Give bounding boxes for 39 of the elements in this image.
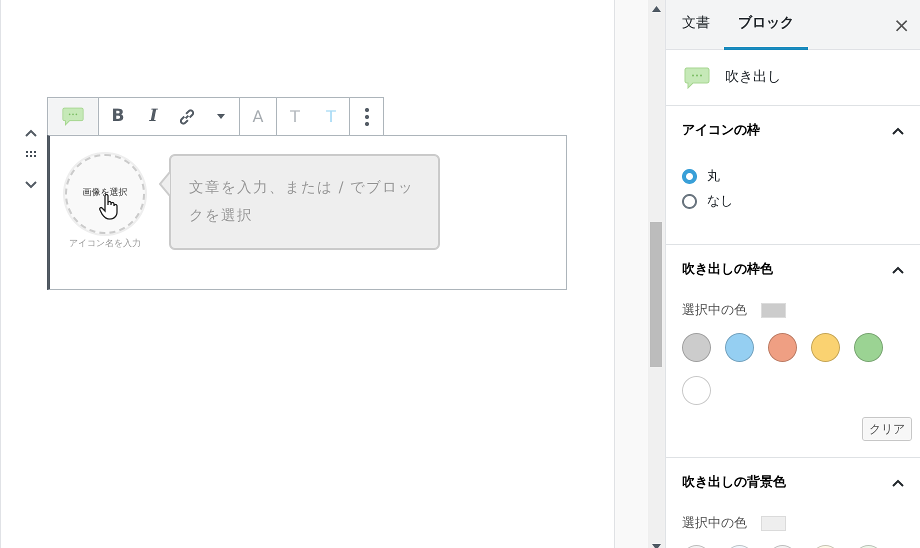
chevron-up-icon [892,127,904,135]
move-up-icon[interactable] [25,129,37,137]
italic-button[interactable]: I [137,98,170,135]
color-swatch[interactable] [682,376,711,404]
close-button[interactable]: × [883,0,920,49]
scrollbar-thumb[interactable] [650,222,662,367]
panel-header[interactable]: 吹き出しの枠色 [682,245,904,295]
chevron-up-icon [892,478,904,486]
radio-label: なし [707,192,733,211]
block-name: 吹き出し [725,68,781,87]
color-swatch[interactable] [811,332,840,362]
panel-header[interactable]: アイコンの枠 [682,106,904,156]
link-icon [178,108,196,126]
speech-bubble-icon [62,107,84,126]
scrollbar[interactable] [648,0,665,548]
clear-button[interactable]: クリア [862,416,912,440]
current-color-label: 選択中の色 [682,514,747,532]
chevron-up-icon [892,266,904,274]
scroll-up-icon[interactable] [652,6,661,12]
drag-handle-icon[interactable] [26,151,36,157]
radio-button[interactable] [682,194,697,209]
move-down-icon[interactable] [25,181,37,189]
block-type-button[interactable] [48,98,98,135]
speech-bubble-icon [684,66,710,88]
color-swatch[interactable] [725,332,754,362]
scroll-down-icon[interactable] [652,544,661,548]
panel-header[interactable]: 吹き出しの背景色 [682,458,904,508]
color-swatch[interactable] [682,332,711,362]
color-swatch[interactable] [854,332,883,362]
current-color-label: 選択中の色 [682,302,747,320]
radio-label: 丸 [707,168,720,186]
bubble-tail [159,172,170,196]
more-icon [364,108,368,126]
bold-button[interactable]: B [99,98,137,135]
sidebar-tab[interactable]: 文書 [666,0,724,50]
radio-button[interactable] [682,169,697,184]
sidebar-tab[interactable]: ブロック [724,0,808,50]
caret-icon [217,114,225,119]
color-swatch[interactable] [768,332,797,362]
